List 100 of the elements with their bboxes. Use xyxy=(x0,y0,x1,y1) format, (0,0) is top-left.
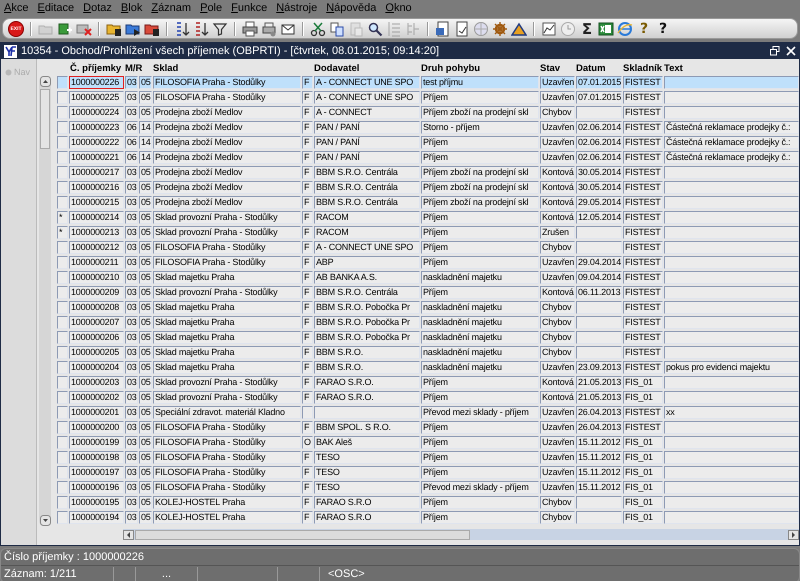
row-marker[interactable] xyxy=(57,136,68,149)
gear-icon[interactable] xyxy=(492,20,508,36)
spreadsheet-icon[interactable] xyxy=(598,20,614,36)
scroll-thumb[interactable] xyxy=(135,530,470,540)
table-cell: 07.01.2015 xyxy=(576,76,622,89)
sum-button[interactable]: Σ xyxy=(579,20,595,36)
scissors-icon[interactable] xyxy=(310,20,326,36)
table-cell: 05 xyxy=(139,286,152,299)
row-marker[interactable] xyxy=(57,436,68,449)
scroll-down-icon[interactable] xyxy=(40,515,50,526)
table-cell: Příjem xyxy=(421,466,539,479)
browser-icon[interactable] xyxy=(617,20,633,36)
copy-icon[interactable] xyxy=(329,20,345,36)
row-marker[interactable] xyxy=(57,286,68,299)
row-marker[interactable] xyxy=(57,361,68,374)
document-icon[interactable] xyxy=(435,20,451,36)
row-marker[interactable]: * xyxy=(57,211,68,224)
row-marker[interactable] xyxy=(57,151,68,164)
table-cell: Prodejna zboží Medlov xyxy=(153,196,301,209)
menu-item[interactable]: Nástroje xyxy=(276,2,318,15)
sort-descending-icon[interactable] xyxy=(193,20,209,36)
menu-item[interactable]: Dotaz xyxy=(83,2,112,15)
row-marker[interactable] xyxy=(57,466,68,479)
row-marker[interactable] xyxy=(57,496,68,509)
row-marker[interactable] xyxy=(57,121,68,134)
triangle-icon[interactable] xyxy=(511,20,527,36)
table-cell: Kontová xyxy=(540,181,575,194)
row-marker[interactable] xyxy=(57,301,68,314)
row-marker[interactable] xyxy=(57,511,68,524)
row-marker[interactable] xyxy=(57,76,68,89)
column-header[interactable]: Datum xyxy=(576,63,622,74)
row-marker[interactable] xyxy=(57,346,68,359)
scroll-thumb[interactable] xyxy=(40,89,50,149)
row-marker[interactable] xyxy=(57,271,68,284)
chart-icon[interactable] xyxy=(541,20,557,36)
table-cell: Příjem xyxy=(421,241,539,254)
row-marker[interactable]: * xyxy=(57,226,68,239)
horizontal-scrollbar[interactable] xyxy=(123,529,799,540)
column-header[interactable]: Sklad xyxy=(153,63,301,74)
row-marker[interactable] xyxy=(57,451,68,464)
row-marker[interactable] xyxy=(57,391,68,404)
vertical-scrollbar[interactable] xyxy=(39,76,51,526)
printer-icon[interactable] xyxy=(242,20,258,36)
menu-item[interactable]: Okno xyxy=(385,2,412,15)
menu-item[interactable]: Funkce xyxy=(231,2,268,15)
row-marker[interactable] xyxy=(57,196,68,209)
row-marker[interactable] xyxy=(57,421,68,434)
column-header[interactable]: Druh pohybu xyxy=(421,63,539,74)
menu-item[interactable]: Blok xyxy=(120,2,142,15)
row-marker[interactable] xyxy=(57,256,68,269)
row-marker[interactable] xyxy=(57,106,68,119)
tree-icon[interactable] xyxy=(405,20,421,36)
menu-item[interactable]: Akce xyxy=(4,2,28,15)
document-icon[interactable] xyxy=(454,20,470,36)
sort-ascending-icon[interactable] xyxy=(174,20,190,36)
search-icon[interactable] xyxy=(367,20,383,36)
row-marker[interactable] xyxy=(57,376,68,389)
table-cell: FILOSOFIA Praha - Stodůlky xyxy=(153,76,301,89)
row-marker[interactable] xyxy=(57,166,68,179)
row-marker[interactable] xyxy=(57,331,68,344)
printer-icon[interactable] xyxy=(261,20,277,36)
column-header[interactable]: Stav xyxy=(540,63,575,74)
table-cell: F xyxy=(302,496,313,509)
row-marker[interactable] xyxy=(57,181,68,194)
table-cell: F xyxy=(302,121,313,134)
column-header[interactable]: Dodavatel xyxy=(314,63,420,74)
filter-icon[interactable] xyxy=(212,20,228,36)
table-cell: 1000000215 xyxy=(69,196,124,209)
menu-item[interactable]: Záznam xyxy=(151,2,192,15)
row-marker[interactable] xyxy=(57,406,68,419)
menu-item[interactable]: Nápověda xyxy=(326,2,376,15)
table-cell: Příjem xyxy=(421,151,539,164)
scroll-right-icon[interactable] xyxy=(788,530,799,540)
row-marker[interactable] xyxy=(57,316,68,329)
column-header[interactable]: Skladník xyxy=(623,63,663,74)
menu-item[interactable]: Editace xyxy=(37,2,74,15)
scroll-up-icon[interactable] xyxy=(40,76,50,87)
row-marker[interactable] xyxy=(57,481,68,494)
column-header[interactable]: Č. příjemky xyxy=(69,63,124,74)
row-marker[interactable] xyxy=(57,91,68,104)
column-header[interactable]: Text xyxy=(664,63,799,74)
table-cell: 03 xyxy=(125,346,138,359)
help-button[interactable]: ? xyxy=(636,20,652,36)
table-cell: BBM S.R.O. Centrála xyxy=(314,286,420,299)
scroll-left-icon[interactable] xyxy=(123,530,134,540)
table-cell: FIS_01 xyxy=(623,451,663,464)
menu-item[interactable]: Pole xyxy=(200,2,222,15)
table-cell: Uzavřen xyxy=(540,451,575,464)
close-icon[interactable] xyxy=(786,46,796,56)
table-cell: 05 xyxy=(139,331,152,344)
help-button[interactable]: ? xyxy=(655,20,671,36)
table-cell: F xyxy=(302,166,313,179)
table-cell: KOLEJ-HOSTEL Praha xyxy=(153,511,301,524)
table-cell: Příjem xyxy=(421,436,539,449)
row-marker[interactable] xyxy=(57,241,68,254)
table-cell: 09.04.2014 xyxy=(576,271,622,284)
restore-icon[interactable] xyxy=(770,46,780,56)
column-header[interactable]: M/R xyxy=(125,63,152,74)
table-cell: 1000000212 xyxy=(69,241,124,254)
add-record-icon[interactable] xyxy=(57,20,73,36)
